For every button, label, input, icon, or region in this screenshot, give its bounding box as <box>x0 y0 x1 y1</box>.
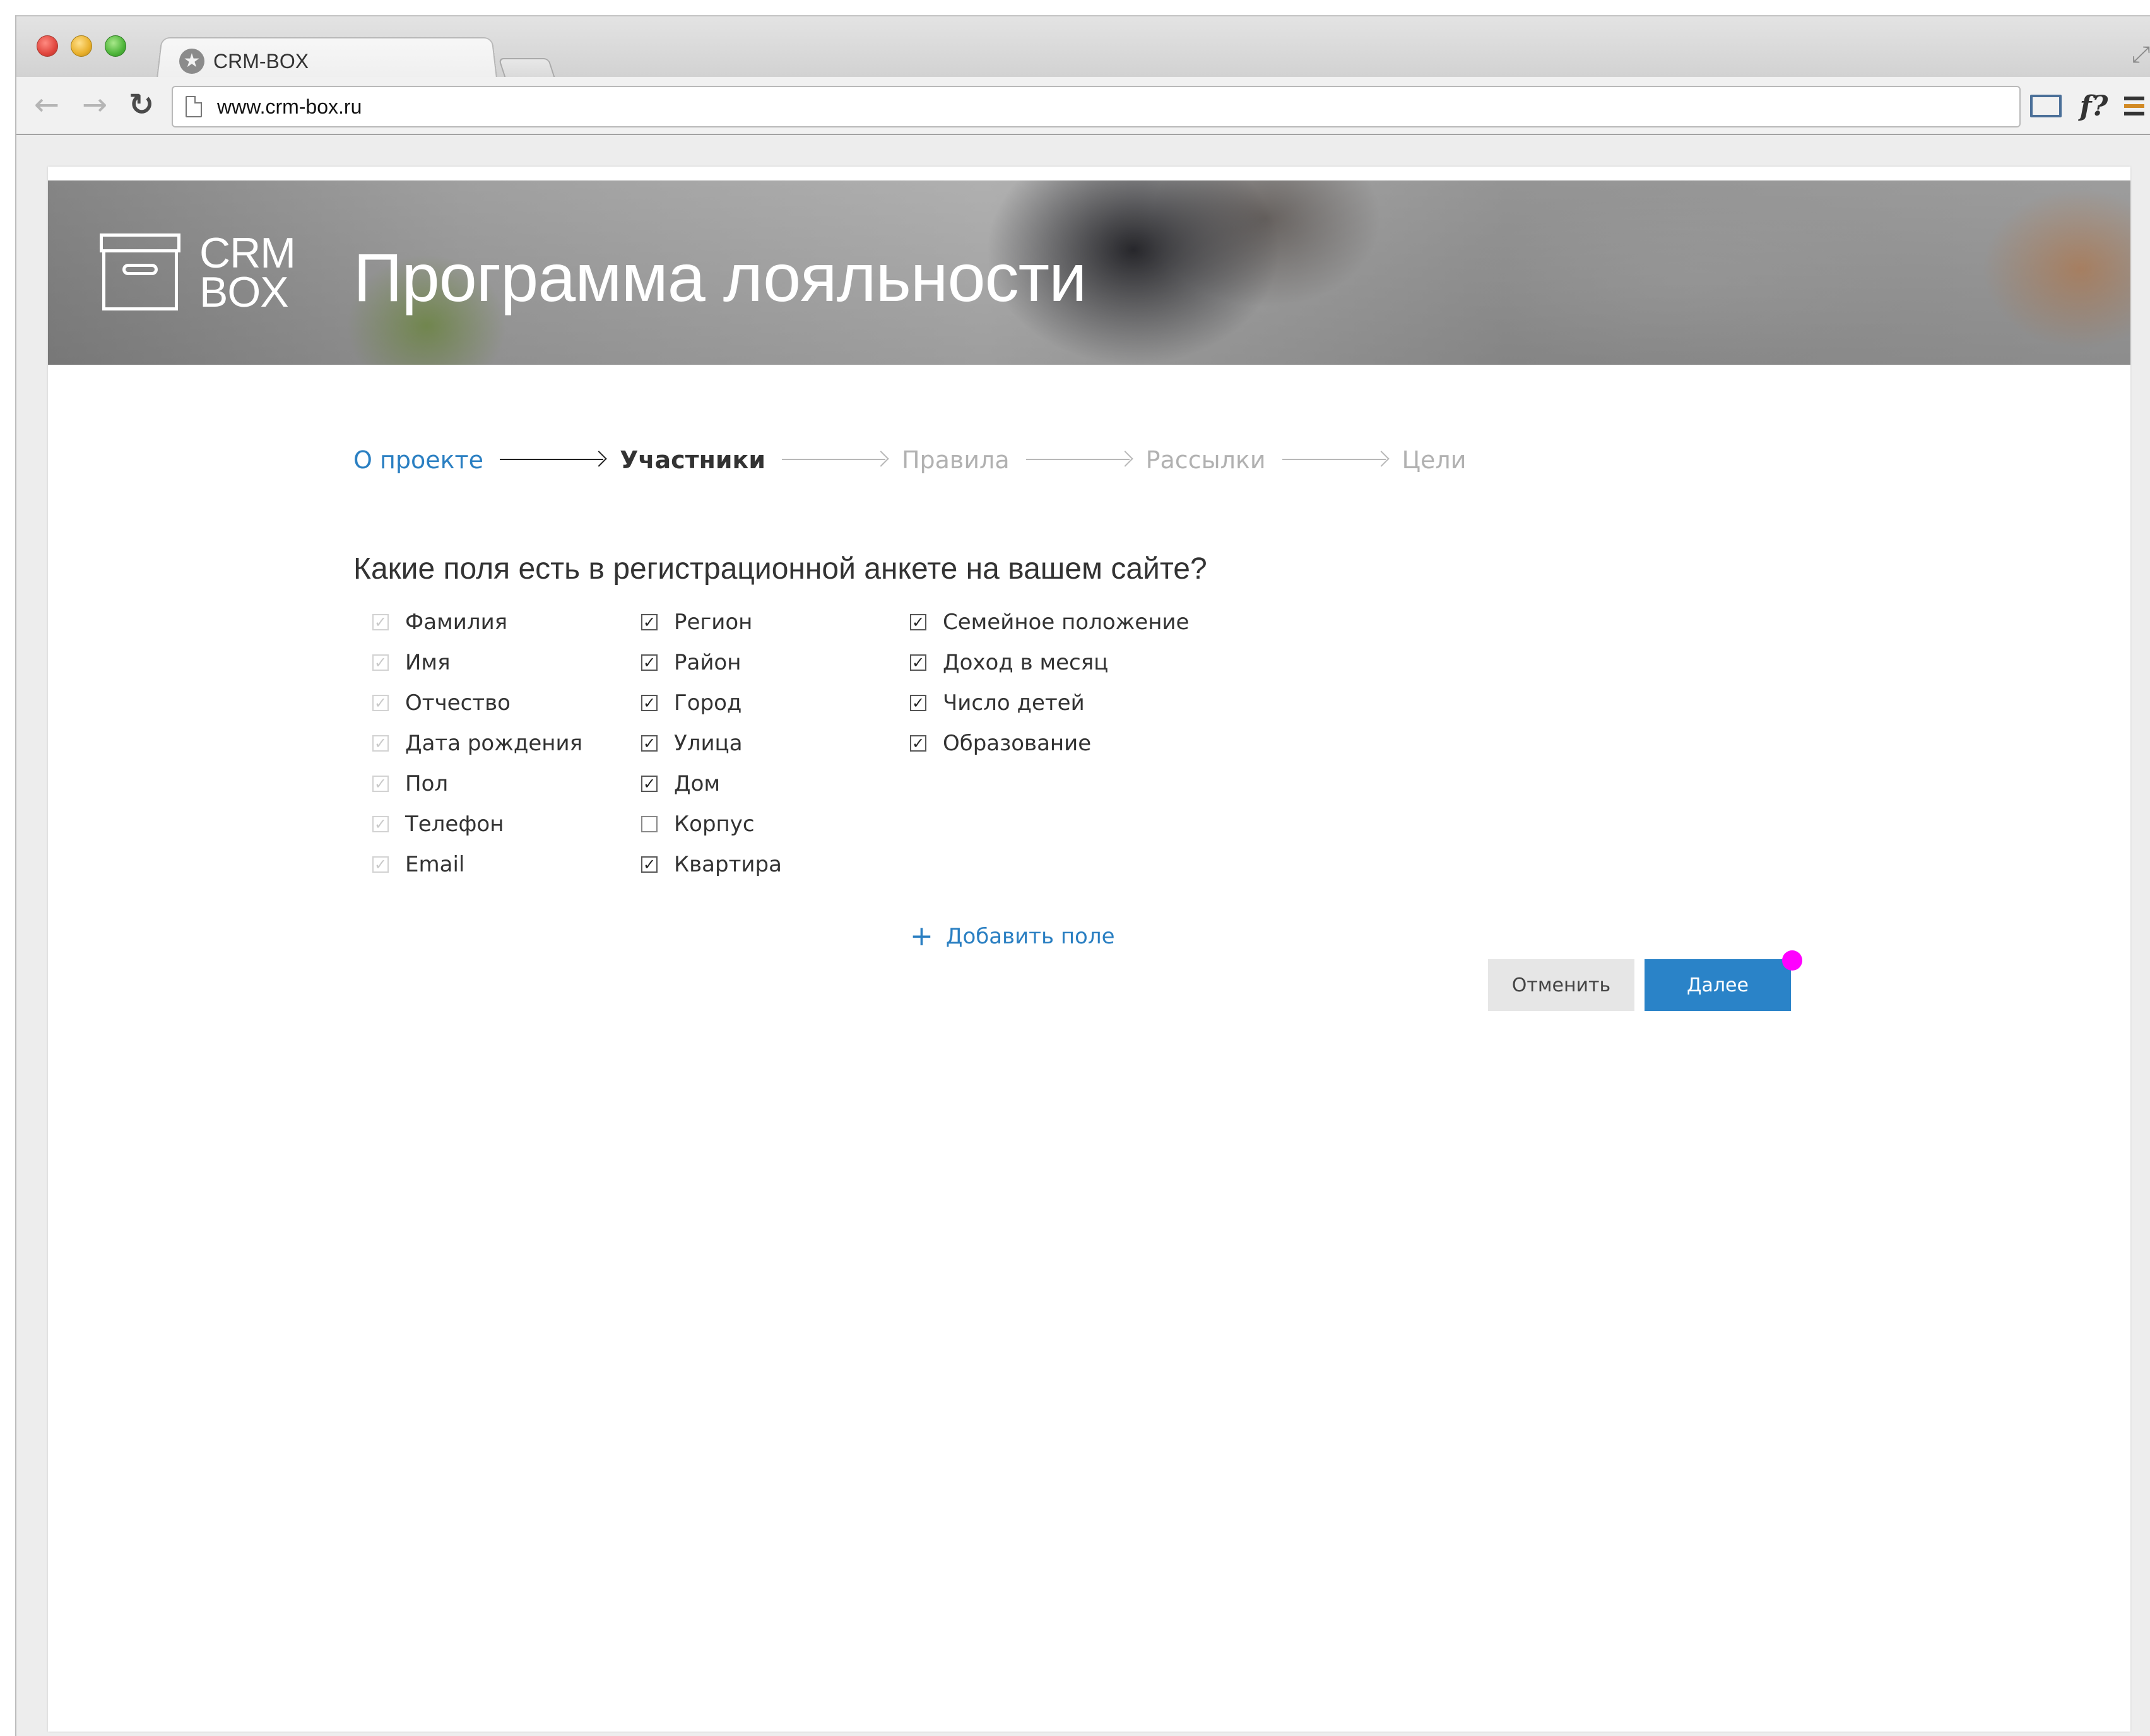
field-label: Образование <box>943 731 1092 756</box>
page-viewport: CRM BOX Программа лояльности О проекте У… <box>48 167 2130 1732</box>
checkbox-checked: ✓ <box>372 816 389 832</box>
field-checkbox-row[interactable]: ✓ Дата рождения <box>372 729 582 757</box>
field-label: Число детей <box>943 690 1085 716</box>
logo-line-box: BOX <box>199 268 289 316</box>
logo-line-crm: CRM <box>199 229 296 277</box>
plus-icon: + <box>910 920 933 952</box>
box-logo-icon <box>100 233 180 310</box>
reload-icon[interactable]: ↻ <box>122 86 160 124</box>
address-url[interactable]: www.crm-box.ru <box>217 95 362 119</box>
page-title: Программа лояльности <box>353 239 1087 316</box>
browser-toolbar: ← → ↻ www.crm-box.ru f? <box>16 77 2150 135</box>
field-label: Семейное положение <box>943 610 1190 635</box>
field-checkbox-row[interactable]: ✓ Семейное положение <box>910 608 1189 636</box>
step-goals: Цели <box>1402 446 1467 474</box>
field-checkbox-row[interactable]: ✓ Фамилия <box>372 608 507 636</box>
field-checkbox-row[interactable]: ✓ Телефон <box>372 810 504 838</box>
field-label: Район <box>674 650 741 675</box>
checkbox-unchecked[interactable] <box>641 816 658 832</box>
field-checkbox-row[interactable]: ✓ Доход в месяц <box>910 649 1108 676</box>
checkbox-checked[interactable]: ✓ <box>641 614 658 630</box>
field-checkbox-row[interactable]: ✓ Имя <box>372 649 451 676</box>
title-bar: ★ CRM-BOX ⤢ <box>16 16 2150 83</box>
field-label: Телефон <box>405 812 504 837</box>
fullscreen-arrows-icon[interactable]: ⤢ <box>2132 42 2150 68</box>
step-about[interactable]: О проекте <box>353 446 483 474</box>
field-label: Доход в месяц <box>943 650 1109 675</box>
field-checkbox-row[interactable]: Корпус <box>641 810 755 838</box>
field-label: Email <box>405 852 465 877</box>
field-checkbox-row[interactable]: ✓ Регион <box>641 608 752 636</box>
step-arrow-icon <box>1025 451 1133 467</box>
font-finder-icon[interactable]: f? <box>2075 88 2113 124</box>
checkbox-checked: ✓ <box>372 735 389 752</box>
cursor-marker <box>1782 950 1802 971</box>
field-label: Квартира <box>674 852 782 877</box>
checkbox-checked[interactable]: ✓ <box>641 654 658 671</box>
field-checkbox-row[interactable]: ✓ Образование <box>910 729 1091 757</box>
field-label: Фамилия <box>405 610 508 635</box>
header-banner: CRM BOX Программа лояльности <box>48 180 2130 365</box>
tab-title: CRM-BOX <box>213 49 309 73</box>
back-arrow-icon[interactable]: ← <box>28 86 66 124</box>
field-checkbox-row[interactable]: ✓ Пол <box>372 770 448 798</box>
next-button[interactable]: Далее <box>1645 959 1791 1011</box>
checkbox-checked[interactable]: ✓ <box>641 856 658 873</box>
checkbox-checked: ✓ <box>372 776 389 792</box>
step-arrow-icon <box>500 451 607 467</box>
close-window-button[interactable] <box>37 35 58 57</box>
checkbox-checked[interactable]: ✓ <box>910 654 926 671</box>
add-field-label[interactable]: Добавить поле <box>946 924 1115 949</box>
forward-arrow-icon[interactable]: → <box>76 86 114 124</box>
add-field-link[interactable]: + Добавить поле <box>910 923 1115 950</box>
field-checkbox-row[interactable]: ✓ Число детей <box>910 689 1085 717</box>
cancel-button[interactable]: Отменить <box>1488 959 1634 1011</box>
address-bar[interactable]: www.crm-box.ru <box>172 86 2021 127</box>
field-label: Пол <box>405 771 449 796</box>
field-checkbox-row[interactable]: ✓ Город <box>641 689 741 717</box>
checkbox-checked: ✓ <box>372 654 389 671</box>
field-label: Корпус <box>674 812 755 837</box>
field-label: Имя <box>405 650 451 675</box>
field-checkbox-row[interactable]: ✓ Улица <box>641 729 743 757</box>
checkbox-checked[interactable]: ✓ <box>910 735 926 752</box>
browser-window: ★ CRM-BOX ⤢ ← → ↻ www.crm-box.ru f? CRM … <box>15 15 2150 1736</box>
field-label: Регион <box>674 610 753 635</box>
step-arrow-icon <box>781 451 889 467</box>
step-arrow-icon <box>1282 451 1390 467</box>
field-label: Улица <box>674 731 743 756</box>
field-checkbox-row[interactable]: ✓ Район <box>641 649 741 676</box>
checkbox-checked[interactable]: ✓ <box>641 695 658 711</box>
field-label: Город <box>674 690 742 716</box>
step-rules: Правила <box>901 446 1010 474</box>
checkbox-checked: ✓ <box>372 614 389 630</box>
field-label: Дом <box>674 771 721 796</box>
checkbox-checked[interactable]: ✓ <box>910 695 926 711</box>
browser-menu-icon[interactable] <box>2122 88 2147 124</box>
screen-capture-icon[interactable] <box>2027 88 2065 124</box>
minimize-window-button[interactable] <box>71 35 92 57</box>
page-icon <box>186 96 202 117</box>
field-label: Дата рождения <box>405 731 583 756</box>
field-checkbox-row[interactable]: ✓ Email <box>372 851 464 878</box>
checkbox-checked[interactable]: ✓ <box>641 735 658 752</box>
checkbox-checked[interactable]: ✓ <box>910 614 926 630</box>
field-checkbox-row[interactable]: ✓ Дом <box>641 770 720 798</box>
checkbox-checked[interactable]: ✓ <box>641 776 658 792</box>
form-question: Какие поля есть в регистрационной анкете… <box>353 552 1207 586</box>
progress-stepper: О проекте Участники Правила Рассылки Цел… <box>353 444 1466 476</box>
star-favicon-icon: ★ <box>179 49 204 74</box>
field-checkbox-row[interactable]: ✓ Отчество <box>372 689 511 717</box>
field-checkbox-row[interactable]: ✓ Квартира <box>641 851 782 878</box>
step-mailings: Рассылки <box>1145 446 1266 474</box>
checkbox-checked: ✓ <box>372 695 389 711</box>
browser-tab-content: ★ CRM-BOX <box>179 44 309 78</box>
zoom-window-button[interactable] <box>105 35 126 57</box>
logo-text: CRM BOX <box>199 229 296 316</box>
checkbox-checked: ✓ <box>372 856 389 873</box>
field-label: Отчество <box>405 690 511 716</box>
step-participants[interactable]: Участники <box>620 446 765 474</box>
